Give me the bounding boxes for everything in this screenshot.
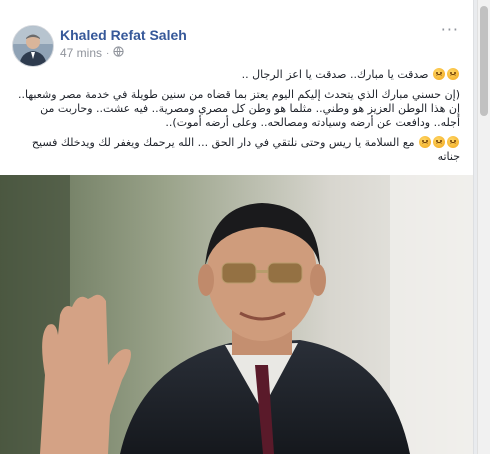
author-avatar[interactable]	[12, 25, 54, 67]
post-line-text: (إن حسني مبارك الذي يتحدث إليكم اليوم يع…	[18, 88, 460, 129]
scrollbar-thumb[interactable]	[480, 6, 488, 116]
post-text: صدقت يا مبارك.. صدقت يا اعز الرجال .. (إ…	[12, 68, 460, 170]
post-time[interactable]: 47 mins	[60, 46, 102, 60]
crying-face-icon	[447, 68, 459, 80]
post-photo[interactable]	[0, 175, 473, 454]
crying-face-icon	[447, 136, 459, 148]
crying-face-icon	[433, 136, 445, 148]
scrollbar[interactable]	[477, 0, 490, 454]
post-line-2: (إن حسني مبارك الذي يتحدث إليكم اليوم يع…	[12, 88, 460, 130]
crying-face-icon	[433, 68, 445, 80]
globe-icon[interactable]	[113, 46, 125, 60]
ellipsis-icon[interactable]: ···	[441, 20, 459, 39]
post-meta: 47 mins ·	[60, 46, 125, 60]
post-line-text: مع السلامة يا ريس وحتى نلتقي في دار الحق…	[31, 136, 460, 163]
post-line-1: صدقت يا مبارك.. صدقت يا اعز الرجال ..	[12, 68, 460, 82]
separator-dot: ·	[106, 47, 110, 59]
author-name[interactable]: Khaled Refat Saleh	[60, 27, 187, 43]
post-card: Khaled Refat Saleh 47 mins · ··· صدقت يا…	[0, 0, 474, 454]
post-line-text: صدقت يا مبارك.. صدقت يا اعز الرجال ..	[241, 68, 429, 81]
post-line-3: مع السلامة يا ريس وحتى نلتقي في دار الحق…	[12, 136, 460, 164]
crying-face-icon	[419, 136, 431, 148]
